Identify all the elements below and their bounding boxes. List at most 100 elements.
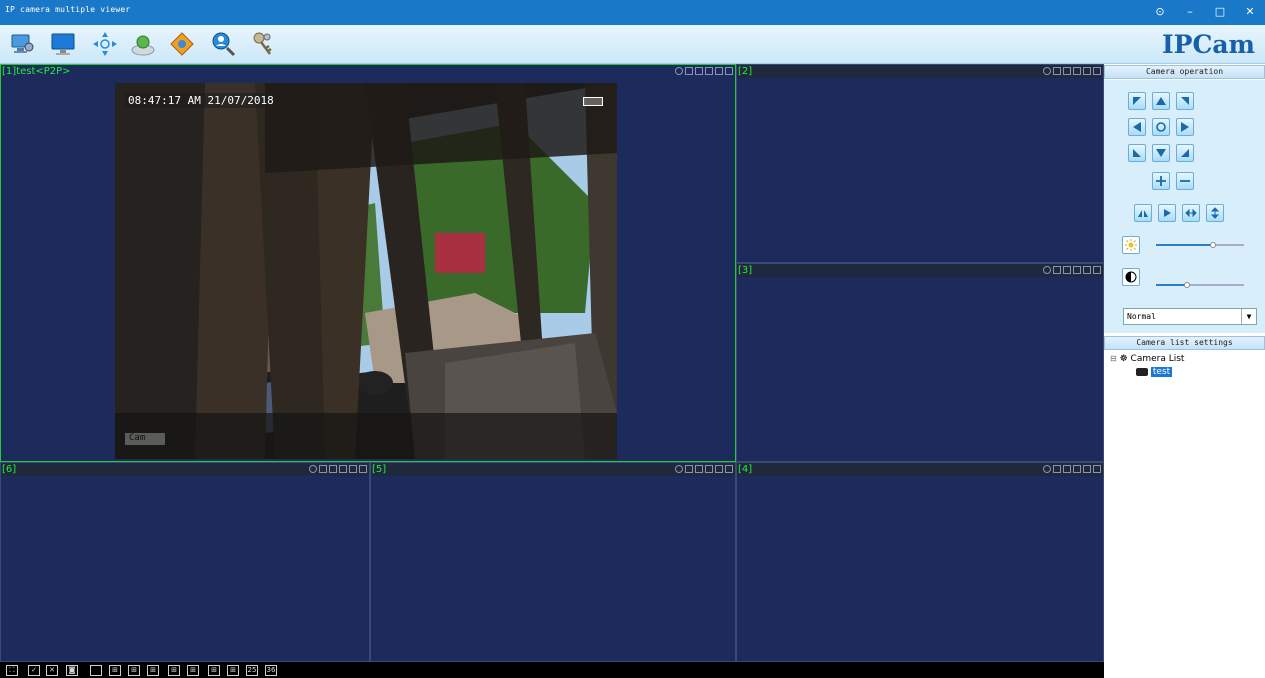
ptz-down-button[interactable] — [1152, 144, 1170, 162]
osd-cam-label: Cam — [125, 433, 165, 445]
refresh-icon[interactable] — [705, 465, 713, 473]
camera-grid: [1]test<P2P> 08:47:17 AM 21/07/2018 Cam … — [0, 64, 1104, 662]
layout-1-icon[interactable] — [90, 665, 102, 676]
expand-icon[interactable]: ⊟ — [1110, 354, 1117, 363]
close-button[interactable]: ✕ — [1235, 0, 1265, 22]
close-icon[interactable] — [725, 465, 733, 473]
ptz-arrows-icon[interactable] — [90, 29, 120, 59]
record-icon[interactable] — [1053, 465, 1061, 473]
ptz-up-button[interactable] — [1152, 92, 1170, 110]
tree-item-test[interactable]: test — [1136, 367, 1173, 377]
camera-pane-6[interactable]: [6] — [0, 462, 370, 662]
gear-icon[interactable] — [675, 67, 683, 75]
speaker-icon[interactable] — [695, 465, 703, 473]
snapshot-icon[interactable] — [1083, 266, 1091, 274]
check-all-icon[interactable]: ✓ — [28, 665, 40, 676]
speaker-icon[interactable] — [1063, 266, 1071, 274]
camera-pane-3[interactable]: [3] — [736, 263, 1104, 462]
ptz-up-right-button[interactable] — [1176, 92, 1194, 110]
speaker-icon[interactable] — [1063, 67, 1071, 75]
layout-6-icon[interactable]: ⊞ — [128, 665, 140, 676]
minimize-button[interactable]: – — [1175, 0, 1205, 22]
speaker-icon[interactable] — [695, 67, 703, 75]
gear-icon[interactable] — [1043, 67, 1051, 75]
close-icon[interactable] — [1093, 465, 1101, 473]
layout-toolbar: ⛶ ✓ ✕ ◙ ⊞ ⊞ ⊞ ⊞ ⊞ ⊞ ⊞ 25 36 — [0, 662, 1265, 678]
tree-root[interactable]: ⊟ ☸ Camera List — [1110, 354, 1184, 364]
snapshot-icon[interactable] — [715, 465, 723, 473]
record-icon[interactable] — [319, 465, 327, 473]
brightness-slider[interactable] — [1210, 242, 1217, 248]
zoom-in-button[interactable] — [1152, 172, 1170, 190]
refresh-icon[interactable] — [1073, 266, 1081, 274]
pane-header: [3] — [737, 264, 1103, 277]
monitor-icon[interactable] — [48, 29, 78, 59]
settings-diamond-icon[interactable] — [167, 29, 197, 59]
contrast-slider[interactable] — [1183, 282, 1190, 288]
pane-label: [1]test<P2P> — [2, 66, 71, 77]
layout-9-icon[interactable]: ⊞ — [168, 665, 180, 676]
refresh-icon[interactable] — [1073, 465, 1081, 473]
horizontal-patrol-button[interactable] — [1182, 204, 1200, 222]
snapshot-icon[interactable] — [1083, 67, 1091, 75]
record-icon[interactable] — [685, 67, 693, 75]
zoom-out-button[interactable] — [1176, 172, 1194, 190]
record-icon[interactable] — [1053, 67, 1061, 75]
vertical-patrol-button[interactable] — [1206, 204, 1224, 222]
window-controls: ⊙ – □ ✕ — [1145, 0, 1265, 25]
pane-icons — [309, 465, 367, 473]
pane-label: [5] — [372, 464, 387, 475]
maximize-button[interactable]: □ — [1205, 0, 1235, 22]
menu-circle-icon[interactable]: ⊙ — [1145, 0, 1175, 22]
snapshot-icon[interactable] — [715, 67, 723, 75]
close-icon[interactable] — [1093, 266, 1101, 274]
close-icon[interactable] — [1093, 67, 1101, 75]
ptz-down-right-button[interactable] — [1176, 144, 1194, 162]
refresh-icon[interactable] — [1073, 67, 1081, 75]
gear-icon[interactable] — [1043, 465, 1051, 473]
gear-icon[interactable] — [675, 465, 683, 473]
keys-icon[interactable] — [248, 29, 278, 59]
camera-pane-1[interactable]: [1]test<P2P> 08:47:17 AM 21/07/2018 Cam — [0, 64, 736, 462]
snapshot-icon[interactable] — [1083, 465, 1091, 473]
osd-timestamp: 08:47:17 AM 21/07/2018 — [125, 93, 277, 108]
layout-25-button[interactable]: 25 — [246, 665, 258, 676]
camera-pane-4[interactable]: [4] — [736, 462, 1104, 662]
gear-icon[interactable] — [309, 465, 317, 473]
ptz-down-left-button[interactable] — [1128, 144, 1146, 162]
pane-icons — [675, 67, 733, 75]
camera-pane-2[interactable]: [2] — [736, 64, 1104, 263]
snapshot-icon[interactable] — [349, 465, 357, 473]
chevron-down-icon[interactable]: ▼ — [1241, 309, 1256, 324]
ptz-up-left-button[interactable] — [1128, 92, 1146, 110]
monitor-search-icon[interactable] — [8, 29, 38, 59]
snapshot-all-icon[interactable]: ◙ — [66, 665, 78, 676]
refresh-icon[interactable] — [339, 465, 347, 473]
user-camera-icon[interactable] — [128, 29, 158, 59]
flip-vertical-button[interactable] — [1134, 204, 1152, 222]
layout-16-icon[interactable]: ⊞ — [227, 665, 239, 676]
camera-list-settings-header: Camera list settings — [1104, 336, 1265, 350]
close-icon[interactable] — [725, 67, 733, 75]
speaker-icon[interactable] — [329, 465, 337, 473]
layout-36-button[interactable]: 36 — [265, 665, 277, 676]
mirror-button[interactable] — [1158, 204, 1176, 222]
layout-13-icon[interactable]: ⊞ — [208, 665, 220, 676]
close-all-icon[interactable]: ✕ — [46, 665, 58, 676]
refresh-icon[interactable] — [705, 67, 713, 75]
search-user-icon[interactable] — [208, 29, 238, 59]
layout-4-icon[interactable]: ⊞ — [109, 665, 121, 676]
close-icon[interactable] — [359, 465, 367, 473]
image-mode-select[interactable]: Normal ▼ — [1123, 308, 1257, 325]
fullscreen-icon[interactable]: ⛶ — [6, 665, 18, 676]
layout-10-icon[interactable]: ⊞ — [187, 665, 199, 676]
record-icon[interactable] — [685, 465, 693, 473]
record-icon[interactable] — [1053, 266, 1061, 274]
ptz-left-button[interactable] — [1128, 118, 1146, 136]
camera-pane-5[interactable]: [5] — [370, 462, 736, 662]
ptz-center-icon[interactable] — [1152, 118, 1170, 136]
speaker-icon[interactable] — [1063, 465, 1071, 473]
ptz-right-button[interactable] — [1176, 118, 1194, 136]
gear-icon[interactable] — [1043, 266, 1051, 274]
layout-8-icon[interactable]: ⊞ — [147, 665, 159, 676]
